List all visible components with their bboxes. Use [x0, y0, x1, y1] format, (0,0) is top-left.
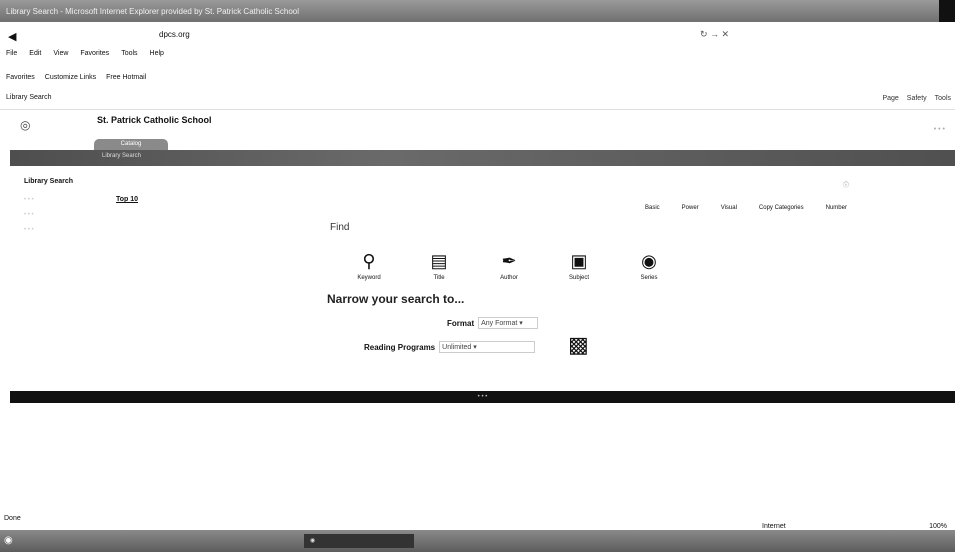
title-label: Title — [433, 275, 445, 281]
login-link[interactable]: • • • — [934, 126, 945, 133]
menu-favorites[interactable]: Favorites — [80, 50, 109, 62]
safety-menu[interactable]: Safety — [907, 95, 927, 102]
start-button[interactable]: ◉ — [4, 535, 13, 546]
author-label: Author — [500, 275, 518, 281]
customize-links[interactable]: Customize Links — [45, 74, 96, 81]
subject-label: Subject — [568, 275, 589, 281]
tools-menu[interactable]: Tools — [935, 95, 951, 102]
page-footer: • • • — [10, 391, 955, 403]
format-value: Any Format — [481, 320, 518, 327]
taskbar: ◉ ◉ — [0, 530, 955, 552]
page-menu[interactable]: Page — [882, 95, 898, 102]
reading-row: Reading Programs Unlimited ▾ — [364, 341, 536, 353]
format-select[interactable]: Any Format ▾ — [478, 317, 539, 329]
zoom-level[interactable]: 100% — [929, 523, 947, 530]
tab-library-search[interactable]: Library Search — [6, 94, 52, 101]
address-row: ◀ dpcs.org ↻ → ✕ — [0, 28, 955, 44]
page-content: ◎ St. Patrick Catholic School • • • Cata… — [0, 112, 955, 507]
help-icon[interactable]: ⓘ — [843, 180, 849, 189]
find-label: Find — [330, 222, 350, 233]
tab-row: Library Search Page Safety Tools — [0, 92, 955, 110]
sidebar-link[interactable]: • • • — [24, 212, 34, 218]
free-hotmail-link[interactable]: Free Hotmail — [106, 74, 146, 81]
nav-bar: Library Search — [10, 150, 955, 166]
search-type-icons: ⚲ Keyword ▤ Title ✒ Author ▣ Subject ◉ S… — [334, 250, 684, 281]
mode-visual[interactable]: Visual — [721, 205, 737, 211]
reading-programs-select[interactable]: Unlimited ▾ — [439, 341, 536, 353]
refresh-icon[interactable]: ↻ → ✕ — [700, 29, 729, 40]
keyword-label: Keyword — [357, 275, 381, 281]
command-bar: Page Safety Tools — [882, 95, 951, 102]
school-name: St. Patrick Catholic School — [97, 115, 212, 125]
window-titlebar: Library Search - Microsoft Internet Expl… — [0, 0, 955, 22]
menu-bar: File Edit View Favorites Tools Help — [0, 50, 164, 62]
sub-tab-library-search[interactable]: Library Search — [102, 153, 141, 159]
subject-icon: ▣ — [570, 251, 588, 271]
author-search-button[interactable]: ✒ Author — [474, 250, 544, 281]
book-icon: ▤ — [430, 251, 448, 271]
title-search-button[interactable]: ▤ Title — [404, 250, 474, 281]
keyword-search-button[interactable]: ⚲ Keyword — [334, 250, 404, 281]
mode-basic[interactable]: Basic — [645, 205, 660, 211]
reading-programs-label: Reading Programs — [364, 342, 436, 352]
pen-icon: ✒ — [501, 251, 517, 271]
back-arrow-icon[interactable]: ◀ — [8, 30, 16, 43]
reading-value: Unlimited — [442, 344, 472, 351]
series-icon: ◉ — [641, 251, 657, 271]
favorites-button[interactable]: Favorites — [6, 74, 35, 81]
narrow-search-heading: Narrow your search to... — [327, 292, 465, 306]
taskbar-window-button[interactable]: ◉ — [304, 534, 414, 548]
menu-tools[interactable]: Tools — [121, 50, 137, 62]
status-bar: Done Internet 100% — [0, 515, 955, 530]
window-title: Library Search - Microsoft Internet Expl… — [6, 6, 300, 16]
sidebar-title: Library Search — [24, 178, 74, 185]
series-label: Series — [640, 275, 658, 281]
format-label: Format — [447, 318, 475, 328]
mode-copy-categories[interactable]: Copy Categories — [759, 205, 804, 211]
menu-view[interactable]: View — [53, 50, 68, 62]
menu-file[interactable]: File — [6, 50, 17, 62]
tab-catalog[interactable]: Catalog — [94, 139, 168, 150]
reading-book-icon: ▩ — [568, 332, 589, 357]
mode-power[interactable]: Power — [682, 205, 699, 211]
sidebar-link[interactable]: • • • — [24, 227, 34, 233]
security-zone: Internet — [762, 523, 786, 530]
sidebar-link[interactable]: • • • — [24, 197, 34, 203]
key-icon: ⚲ — [362, 251, 376, 271]
top10-link[interactable]: Top 10 — [116, 196, 138, 203]
status-text: Done — [4, 515, 21, 522]
address-url[interactable]: dpcs.org — [159, 30, 190, 39]
logo-icon: ◎ — [20, 118, 31, 132]
menu-help[interactable]: Help — [150, 50, 164, 62]
subject-search-button[interactable]: ▣ Subject — [544, 250, 614, 281]
search-mode-tabs: Basic Power Visual Copy Categories Numbe… — [645, 205, 869, 211]
close-window-button[interactable] — [939, 0, 955, 22]
mode-number[interactable]: Number — [826, 205, 847, 211]
menu-edit[interactable]: Edit — [29, 50, 41, 62]
format-row: Format Any Format ▾ — [447, 317, 539, 329]
favorites-bar: Favorites Customize Links Free Hotmail — [0, 70, 146, 84]
series-search-button[interactable]: ◉ Series — [614, 250, 684, 281]
